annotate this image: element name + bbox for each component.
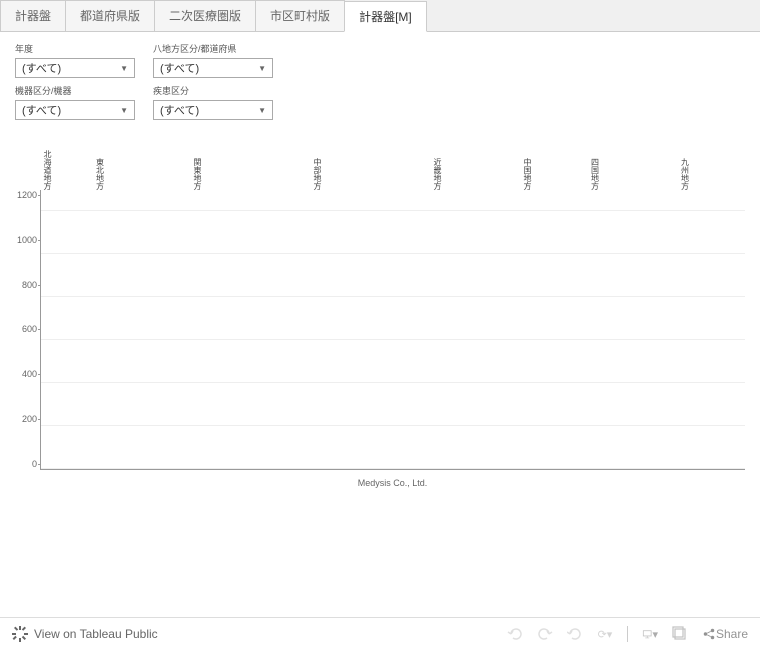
toolbar-separator (627, 626, 628, 642)
tableau-logo-icon (12, 626, 28, 642)
chevron-down-icon: ▼ (120, 106, 128, 115)
view-on-tableau-button[interactable]: View on Tableau Public (12, 626, 158, 642)
y-axis: 0 200 400 600 800 1000 1200 (11, 190, 37, 469)
y-tick: 600 (11, 324, 37, 334)
filter-equipment-select[interactable]: (すべて) ▼ (15, 100, 135, 120)
tab-bar: 計器盤都道府県版二次医療圏版市区町村版計器盤[M] (0, 0, 760, 32)
region-label: 中国地方 (490, 130, 565, 190)
chart-footer-credit: Medysis Co., Ltd. (40, 478, 745, 488)
tab-計器盤[M][interactable]: 計器盤[M] (344, 1, 427, 32)
region-label: 関東地方 (145, 130, 250, 190)
tab-市区町村版[interactable]: 市区町村版 (255, 0, 345, 31)
chevron-down-icon: ▼ (258, 64, 266, 73)
region-label: 北海道地方 (40, 130, 55, 190)
filter-panel: 年度 (すべて) ▼ 八地方区分/都道府県 (すべて) ▼ 機器区分/機器 (す… (0, 32, 760, 130)
region-label: 東北地方 (55, 130, 145, 190)
filter-year-label: 年度 (15, 42, 145, 55)
download-icon[interactable] (672, 626, 688, 642)
filter-disease-select[interactable]: (すべて) ▼ (153, 100, 273, 120)
y-tick: 0 (11, 459, 37, 469)
refresh-dropdown-icon: ⟳▾ (597, 626, 613, 642)
region-label: 九州地方 (625, 130, 745, 190)
y-tick: 200 (11, 414, 37, 424)
y-tick: 1200 (11, 190, 37, 200)
replay-icon (567, 626, 583, 642)
tab-計器盤[interactable]: 計器盤 (0, 0, 66, 31)
share-icon[interactable]: Share (702, 626, 748, 642)
region-axis-labels: 北海道地方東北地方関東地方中部地方近畿地方中国地方四国地方九州地方 (40, 130, 745, 190)
y-tick: 400 (11, 369, 37, 379)
chart-container: 北海道地方東北地方関東地方中部地方近畿地方中国地方四国地方九州地方 0 200 40… (0, 130, 760, 498)
filter-region-select[interactable]: (すべて) ▼ (153, 58, 273, 78)
bar-chart-plot: 020040060080010001200 (40, 190, 745, 470)
presentation-icon[interactable]: ▾ (642, 626, 658, 642)
filter-equipment-label: 機器区分/機器 (15, 84, 145, 97)
redo-icon (537, 626, 553, 642)
region-label: 四国地方 (565, 130, 625, 190)
region-label: 中部地方 (250, 130, 385, 190)
filter-disease-label: 疾患区分 (153, 84, 283, 97)
filter-year-select[interactable]: (すべて) ▼ (15, 58, 135, 78)
tab-二次医療圏版[interactable]: 二次医療圏版 (154, 0, 256, 31)
undo-icon (507, 626, 523, 642)
chart-bars (41, 190, 745, 469)
bottom-toolbar: View on Tableau Public ⟳▾ ▾ Share (0, 617, 760, 650)
tab-都道府県版[interactable]: 都道府県版 (65, 0, 155, 31)
chevron-down-icon: ▼ (258, 106, 266, 115)
filter-region-label: 八地方区分/都道府県 (153, 42, 283, 55)
y-tick: 1000 (11, 235, 37, 245)
region-label: 近畿地方 (385, 130, 490, 190)
y-tick: 800 (11, 280, 37, 290)
chevron-down-icon: ▼ (120, 64, 128, 73)
